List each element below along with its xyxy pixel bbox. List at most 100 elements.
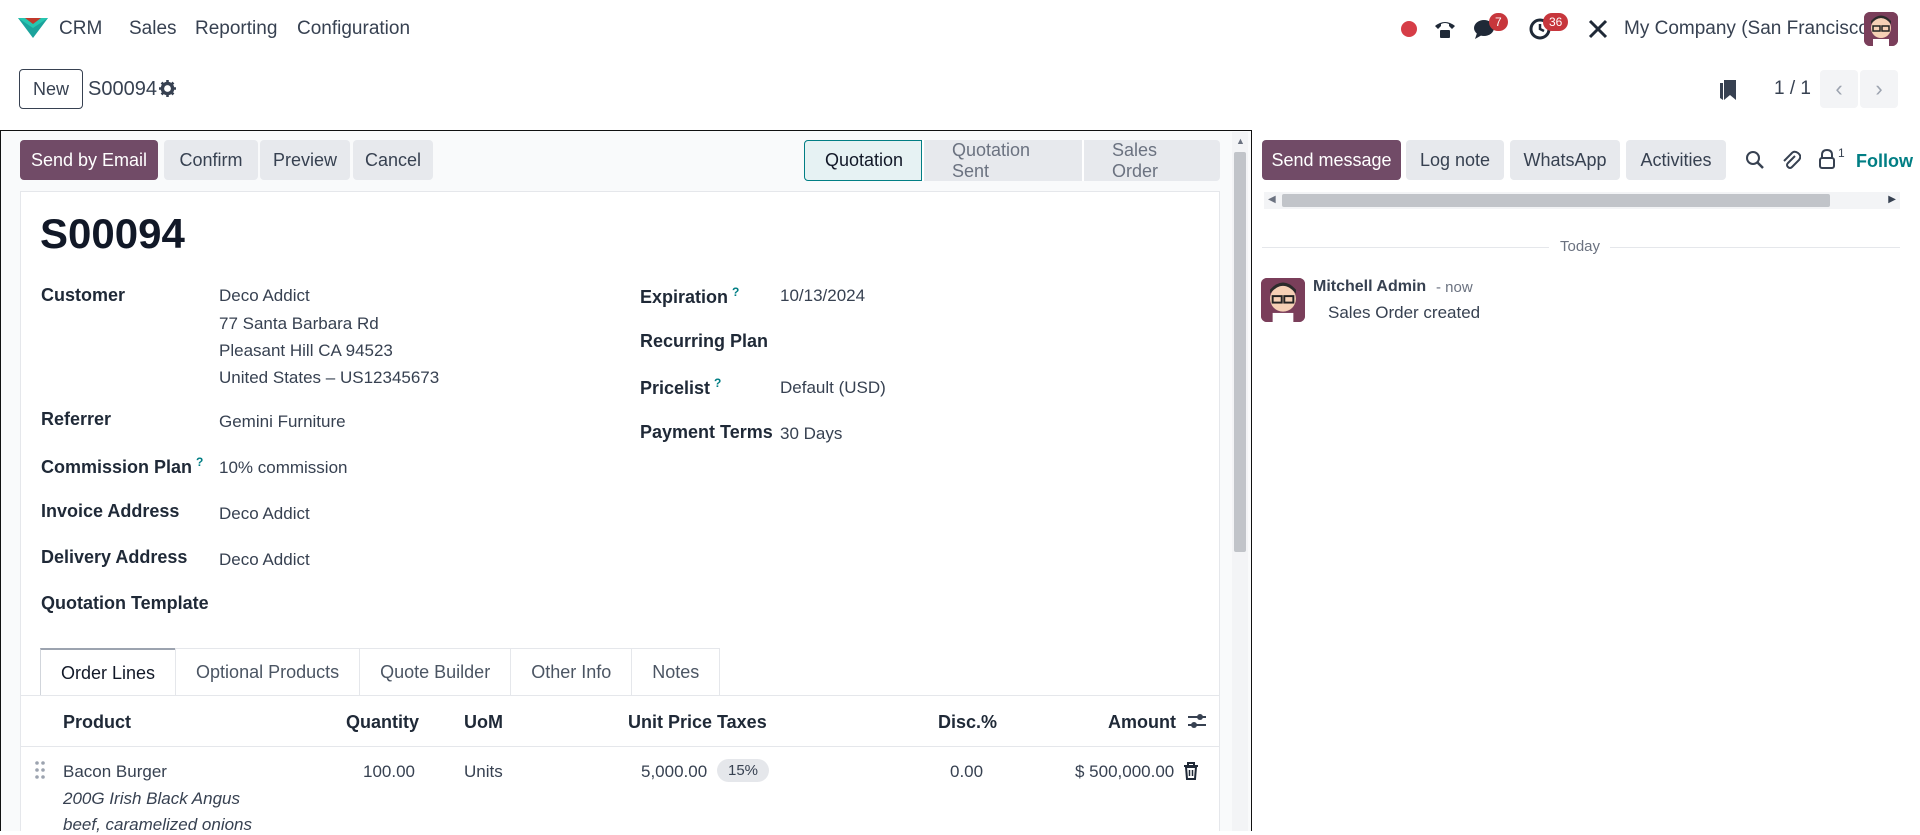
app-name[interactable]: CRM (59, 18, 102, 40)
payment-terms-field[interactable]: 30 Days (780, 424, 842, 444)
quotation-template-label: Quotation Template (41, 593, 209, 613)
scrollbar-thumb[interactable] (1282, 194, 1830, 207)
cancel-button[interactable]: Cancel (353, 140, 433, 180)
stage-quotation-sent[interactable]: Quotation Sent (922, 140, 1082, 181)
customer-address-line2: Pleasant Hill CA 94523 (219, 341, 393, 360)
chatter-horizontal-scrollbar[interactable]: ◀ ▶ (1264, 192, 1900, 209)
message-author[interactable]: Mitchell Admin (1313, 278, 1426, 296)
status-bar: Quotation Quotation Sent Sales Order (804, 140, 1220, 181)
followers-lock-icon[interactable] (1818, 148, 1836, 174)
tax-badge[interactable]: 15% (717, 759, 770, 782)
pricelist-field[interactable]: Default (USD) (780, 378, 886, 398)
pager-previous-button[interactable]: ‹ (1820, 70, 1858, 108)
line-amount: $ 500,000.00 (1075, 762, 1175, 781)
customer-address-line3: United States – US12345673 (219, 368, 440, 387)
follow-button[interactable]: Follow (1856, 151, 1920, 172)
phone-icon[interactable] (1432, 16, 1458, 42)
table-header-divider (20, 746, 1220, 747)
record-title[interactable]: S00094 (40, 210, 185, 258)
recurring-plan-label: Recurring Plan (640, 331, 769, 351)
invoice-address-label: Invoice Address (41, 501, 180, 521)
column-quantity[interactable]: Quantity (346, 712, 419, 733)
gear-icon[interactable] (159, 80, 176, 102)
column-product[interactable]: Product (63, 712, 131, 733)
activities-button[interactable]: Activities (1626, 140, 1726, 180)
tab-optional-products[interactable]: Optional Products (175, 648, 361, 696)
line-product[interactable]: Bacon Burger (63, 762, 167, 782)
stage-quotation[interactable]: Quotation (804, 140, 922, 181)
tab-notes[interactable]: Notes (631, 648, 721, 696)
trash-icon[interactable] (1183, 762, 1199, 785)
tab-order-lines[interactable]: Order Lines (40, 648, 177, 696)
tab-quote-builder[interactable]: Quote Builder (359, 648, 512, 696)
column-taxes[interactable]: Taxes (717, 712, 767, 733)
invoice-address-field[interactable]: Deco Addict (219, 504, 310, 524)
customer-field[interactable]: Deco Addict (219, 286, 310, 306)
form-scrollbar[interactable]: ▲ (1232, 132, 1248, 831)
preview-button[interactable]: Preview (260, 140, 350, 180)
delivery-address-field[interactable]: Deco Addict (219, 550, 310, 570)
messages-badge: 7 (1489, 13, 1508, 31)
pricelist-label: Pricelist? (640, 376, 722, 398)
tab-other-info[interactable]: Other Info (510, 648, 633, 696)
bookmark-icon[interactable] (1718, 78, 1738, 107)
date-separator: Today (1560, 238, 1601, 255)
line-description-2: beef, caramelized onions (63, 815, 253, 834)
chatter-panel (1252, 130, 1920, 831)
line-unit-price[interactable]: 5,000.00 (641, 762, 707, 782)
log-note-button[interactable]: Log note (1406, 140, 1504, 180)
tab-divider (20, 695, 1220, 696)
scroll-right-icon[interactable]: ▶ (1888, 194, 1896, 205)
pager-next-button[interactable]: › (1860, 70, 1898, 108)
column-uom[interactable]: UoM (464, 712, 503, 733)
confirm-button[interactable]: Confirm (164, 140, 258, 180)
form-sheet (20, 191, 1220, 831)
date-divider-right (1610, 247, 1900, 248)
user-avatar[interactable] (1864, 12, 1898, 46)
recording-dot-icon[interactable] (1396, 16, 1422, 42)
customer-label: Customer (41, 285, 126, 305)
expiration-field[interactable]: 10/13/2024 (780, 286, 865, 306)
scroll-up-icon[interactable]: ▲ (1236, 136, 1245, 146)
app-logo-icon[interactable] (16, 14, 50, 42)
column-unit-price[interactable]: Unit Price (628, 712, 712, 733)
commission-plan-field[interactable]: 10% commission (219, 458, 348, 478)
help-icon[interactable]: ? (732, 285, 739, 299)
breadcrumb-record: S00094 (88, 78, 157, 100)
scrollbar-thumb[interactable] (1234, 152, 1246, 552)
line-quantity[interactable]: 100.00 (363, 762, 415, 782)
scroll-left-icon[interactable]: ◀ (1268, 194, 1276, 205)
line-uom[interactable]: Units (464, 762, 503, 782)
paperclip-icon[interactable] (1781, 150, 1802, 175)
send-message-button[interactable]: Send message (1262, 140, 1401, 180)
drag-handle-icon[interactable] (34, 760, 46, 785)
stage-sales-order[interactable]: Sales Order (1082, 140, 1220, 181)
pager-value[interactable]: 1 / 1 (1774, 78, 1811, 100)
menu-configuration[interactable]: Configuration (297, 18, 410, 40)
send-by-email-button[interactable]: Send by Email (20, 140, 158, 180)
column-discount[interactable]: Disc.% (938, 712, 997, 733)
optional-columns-icon[interactable] (1187, 711, 1207, 736)
menu-reporting[interactable]: Reporting (195, 18, 277, 40)
line-description-1: 200G Irish Black Angus (63, 789, 241, 808)
referrer-field[interactable]: Gemini Furniture (219, 412, 346, 432)
whatsapp-button[interactable]: WhatsApp (1510, 140, 1620, 180)
notebook-tabs: Order Lines Optional Products Quote Buil… (40, 648, 721, 696)
message-author-avatar[interactable] (1261, 278, 1305, 322)
menu-sales[interactable]: Sales (129, 18, 177, 40)
delivery-address-label: Delivery Address (41, 547, 188, 567)
help-icon[interactable]: ? (714, 376, 721, 390)
chevron-right-icon: › (1875, 76, 1883, 101)
message-timestamp: - now (1436, 279, 1473, 296)
tools-icon[interactable] (1585, 16, 1611, 42)
column-amount[interactable]: Amount (1108, 712, 1176, 733)
message-body: Sales Order created (1328, 303, 1481, 322)
top-navbar: CRM Sales Reporting Configuration 7 36 M… (0, 0, 1920, 58)
company-switcher[interactable]: My Company (San Francisco) (1624, 18, 1875, 40)
help-icon[interactable]: ? (196, 455, 203, 469)
line-discount[interactable]: 0.00 (950, 762, 983, 782)
customer-address-line1: 77 Santa Barbara Rd (219, 314, 379, 333)
search-icon[interactable] (1745, 150, 1765, 175)
new-button[interactable]: New (19, 69, 83, 109)
referrer-label: Referrer (41, 409, 112, 429)
